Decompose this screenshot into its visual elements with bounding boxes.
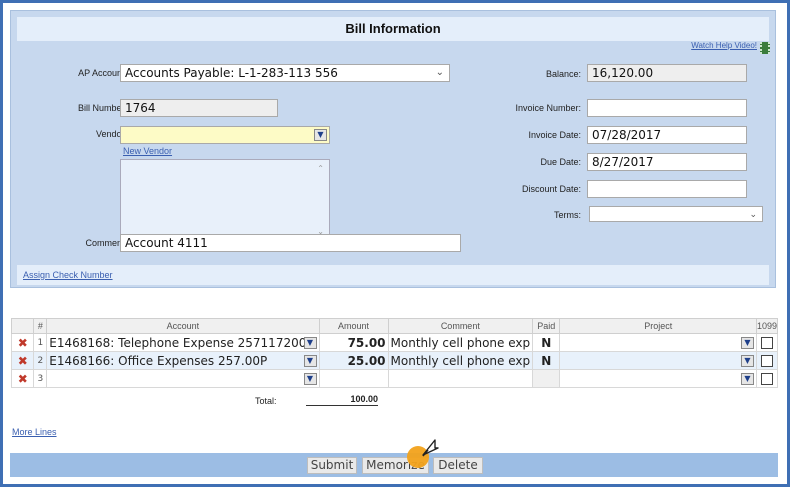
table-row: ✖ 1 E1468168: Telephone Expense 25711720… <box>10 333 779 352</box>
chevron-down-icon[interactable]: ▼ <box>303 337 317 349</box>
submit-button[interactable]: Submit <box>307 457 357 474</box>
chevron-down-icon[interactable]: ▼ <box>303 373 317 385</box>
chevron-down-icon: ⌄ <box>435 67 444 78</box>
total-label: Total: <box>255 396 277 406</box>
paid-cell: N <box>532 333 561 352</box>
amount-field[interactable]: 75.00 <box>318 333 389 352</box>
header-num: # <box>33 318 48 334</box>
assign-check-number-link[interactable]: Assign Check Number <box>23 270 113 280</box>
chevron-down-icon: ⌄ <box>749 210 757 220</box>
table-header-row: # Account Amount Comment Paid Project 10… <box>10 318 779 334</box>
assign-check-bar: Assign Check Number <box>17 265 769 285</box>
new-vendor-link[interactable]: New Vendor <box>123 146 172 156</box>
chevron-down-icon[interactable]: ▼ <box>314 129 327 141</box>
account-select[interactable]: E1468168: Telephone Expense 257117200 ▼ <box>46 333 320 352</box>
delete-row-icon[interactable]: ✖ <box>10 333 35 352</box>
table-row: ✖ 2 E1468166: Office Expenses 257.00P ▼ 2… <box>10 351 779 370</box>
project-select[interactable]: ▼ <box>559 333 757 352</box>
header-account: Account <box>46 318 320 334</box>
header-delete <box>10 318 35 334</box>
1099-cell <box>755 369 779 388</box>
footer-bar: Submit Memorize Delete <box>10 453 778 477</box>
terms-label: Terms: <box>554 210 581 220</box>
invoice-date-label: Invoice Date: <box>528 130 581 140</box>
chevron-down-icon[interactable]: ▼ <box>740 355 754 367</box>
account-value: E1468166: Office Expenses 257.00P <box>49 353 268 368</box>
comment-cell[interactable]: Monthly cell phone exp <box>387 333 534 352</box>
1099-checkbox[interactable] <box>760 337 773 349</box>
discount-date-label: Discount Date: <box>521 184 581 194</box>
comment-field[interactable]: Account 4111 <box>120 234 461 252</box>
comment-label: Comment: <box>85 238 127 248</box>
vendor-label: Vendor: <box>95 129 127 139</box>
total-value: 100.00 <box>306 394 378 406</box>
vendor-address-box[interactable]: ⌃ ⌄ <box>120 159 330 241</box>
delete-row-icon[interactable]: ✖ <box>10 369 35 388</box>
1099-checkbox[interactable] <box>760 373 773 385</box>
paid-cell <box>532 369 561 388</box>
project-select[interactable]: ▼ <box>559 351 757 370</box>
bill-number-label: Bill Number: <box>77 103 127 113</box>
delete-row-icon[interactable]: ✖ <box>10 351 35 370</box>
chevron-down-icon[interactable]: ▼ <box>740 337 754 349</box>
bill-information-panel: Bill Information Watch Help Video! AP Ac… <box>10 10 776 288</box>
header-paid: Paid <box>532 318 561 334</box>
1099-checkbox[interactable] <box>760 355 773 367</box>
header-comment: Comment <box>387 318 534 334</box>
film-icon[interactable] <box>760 42 770 54</box>
bill-number-field[interactable]: 1764 <box>120 99 278 117</box>
amount-field[interactable] <box>318 369 389 388</box>
vendor-field[interactable]: ▼ <box>120 126 330 144</box>
balance-label: Balance: <box>545 69 581 79</box>
account-select[interactable]: ▼ <box>46 369 320 388</box>
header-amount: Amount <box>318 318 389 334</box>
amount-field[interactable]: 25.00 <box>318 351 389 370</box>
more-lines-link[interactable]: More Lines <box>12 427 57 437</box>
invoice-number-label: Invoice Number: <box>515 103 581 113</box>
ap-account-select[interactable]: Accounts Payable: L-1-283-113 556 ⌄ <box>120 64 450 82</box>
comment-cell[interactable]: Monthly cell phone exp <box>387 351 534 370</box>
invoice-date-field[interactable]: 07/28/2017 <box>587 126 747 144</box>
due-date-label: Due Date: <box>540 157 581 167</box>
header-1099: 1099 <box>755 318 779 334</box>
row-number: 3 <box>33 369 48 388</box>
discount-date-field[interactable] <box>587 180 747 198</box>
account-value: E1468168: Telephone Expense 257117200 <box>49 335 307 350</box>
terms-select[interactable]: ⌄ <box>589 206 763 222</box>
delete-button[interactable]: Delete <box>433 457 483 474</box>
header-project: Project <box>559 318 757 334</box>
ap-account-value: Accounts Payable: L-1-283-113 556 <box>125 66 338 80</box>
comment-cell[interactable] <box>387 369 534 388</box>
1099-cell <box>755 333 779 352</box>
bill-lines-table: # Account Amount Comment Paid Project 10… <box>10 318 779 388</box>
cursor-arrow-icon <box>422 439 439 457</box>
account-select[interactable]: E1468166: Office Expenses 257.00P ▼ <box>46 351 320 370</box>
row-number: 2 <box>33 351 48 370</box>
scroll-up-icon[interactable]: ⌃ <box>317 164 324 173</box>
panel-title: Bill Information <box>17 17 769 41</box>
1099-cell <box>755 351 779 370</box>
table-row: ✖ 3 ▼ ▼ <box>10 369 779 388</box>
due-date-field[interactable]: 8/27/2017 <box>587 153 747 171</box>
row-number: 1 <box>33 333 48 352</box>
invoice-number-field[interactable] <box>587 99 747 117</box>
project-select[interactable]: ▼ <box>559 369 757 388</box>
watch-help-video-link[interactable]: Watch Help Video! <box>691 41 757 50</box>
balance-field: 16,120.00 <box>587 64 747 82</box>
chevron-down-icon[interactable]: ▼ <box>740 373 754 385</box>
paid-cell: N <box>532 351 561 370</box>
chevron-down-icon[interactable]: ▼ <box>303 355 317 367</box>
ap-account-label: AP Account: <box>78 68 127 78</box>
